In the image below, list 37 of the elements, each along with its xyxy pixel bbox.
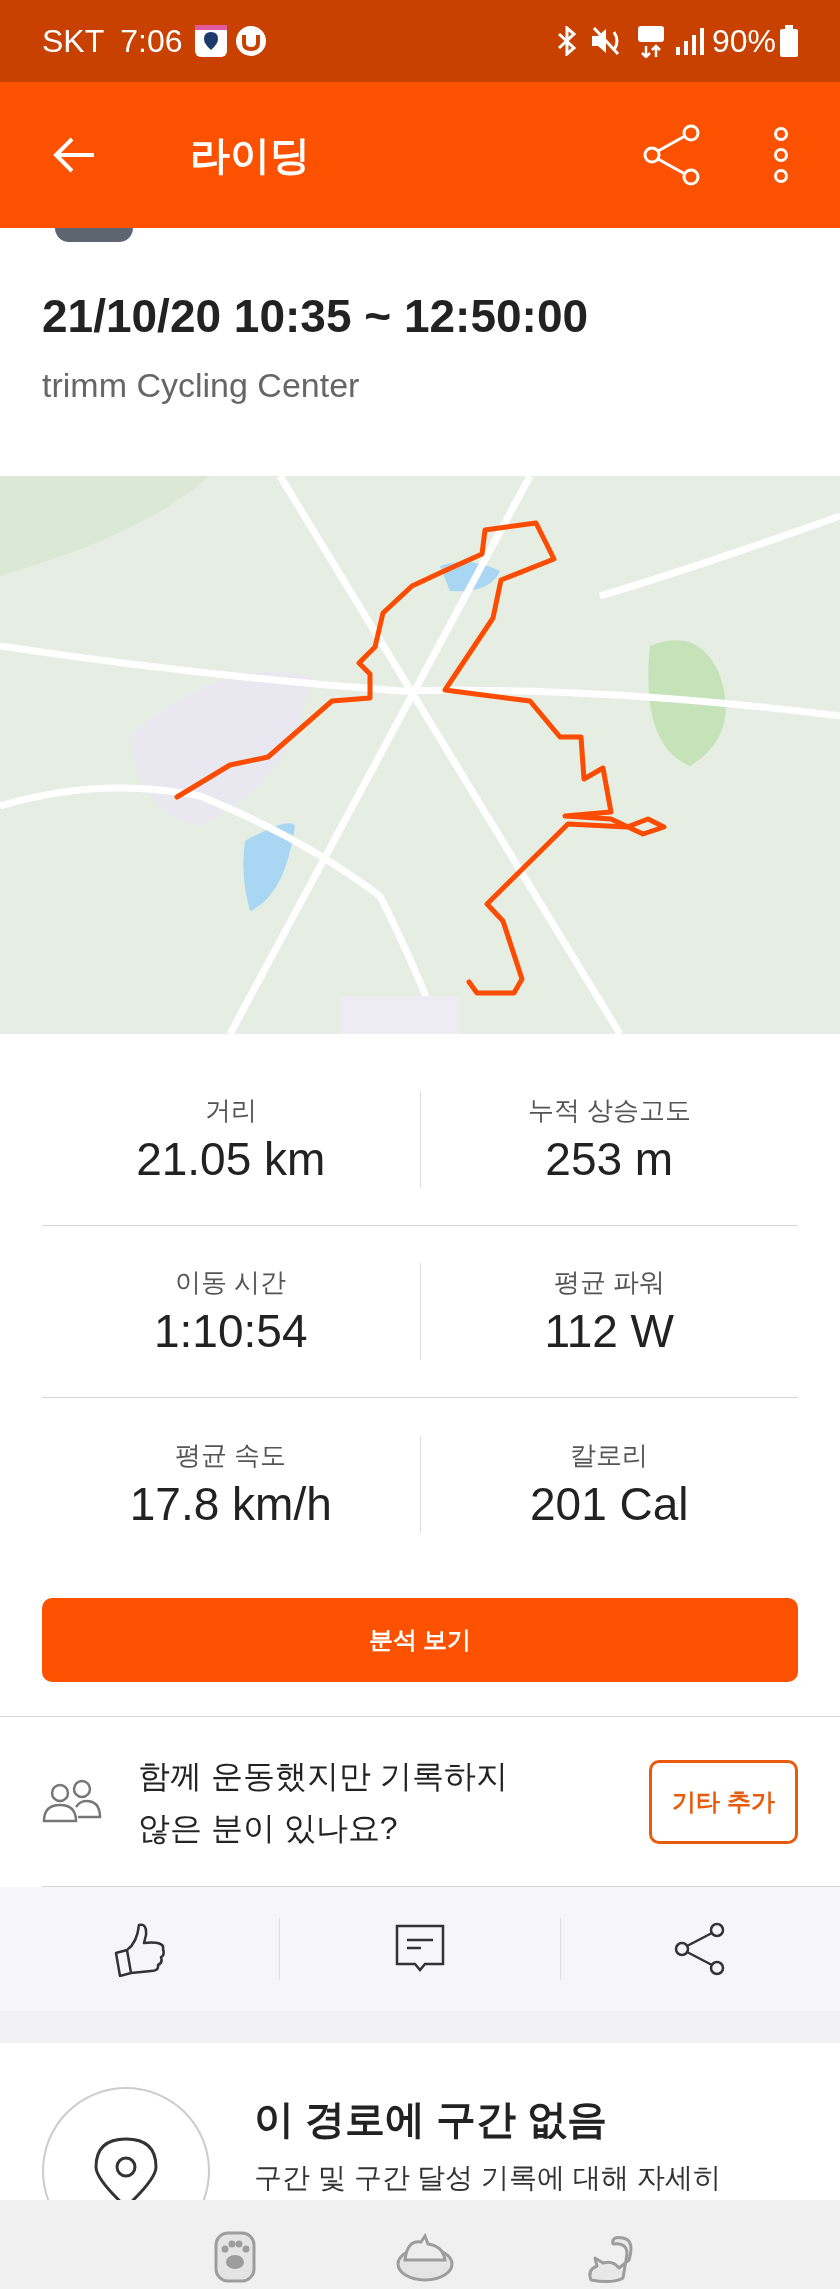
stat-label: 이동 시간: [175, 1266, 287, 1299]
stat-value: 1:10:54: [154, 1304, 308, 1359]
map-pin-app-icon: [194, 25, 227, 57]
battery-icon: [780, 25, 798, 57]
battery-text: 90%: [711, 22, 776, 61]
paw-icon[interactable]: [212, 2230, 257, 2284]
activity-title: 21/10/20 10:35 ~ 12:50:00: [42, 289, 590, 344]
add-others-button[interactable]: 기타 추가: [649, 1759, 798, 1844]
clock-text: 7:06: [120, 22, 183, 61]
comment-icon[interactable]: [395, 1924, 445, 1974]
network-icon: [635, 24, 666, 58]
segments-text: 구간 및 구간 달성 기록에 대해 자세히: [254, 2161, 721, 2195]
stat-label: 평균 파워: [553, 1266, 665, 1299]
stat-label: 거리: [204, 1094, 257, 1127]
cat-bed-icon[interactable]: [395, 2230, 455, 2284]
location-pin-icon: [94, 2137, 158, 2200]
analysis-button[interactable]: 분석 보기: [42, 1598, 798, 1682]
people-icon: [42, 1778, 102, 1825]
stat-label: 칼로리: [570, 1438, 649, 1472]
stat-value: 201 Cal: [529, 1476, 689, 1532]
stat-value: 253 m: [545, 1132, 674, 1187]
stat-label: 평균 속도: [175, 1438, 287, 1472]
carrier-text: SKT: [42, 22, 105, 61]
stat-value: 17.8 km/h: [129, 1476, 332, 1532]
location-text: trimm Cycling Center: [42, 365, 361, 406]
page-title: 라이딩: [190, 132, 310, 179]
torrent-icon: [234, 25, 267, 57]
like-icon[interactable]: [112, 1921, 167, 1977]
stat-value: 21.05 km: [136, 1132, 326, 1187]
back-icon: [52, 135, 96, 175]
stat-value: 112 W: [544, 1304, 674, 1359]
bluetooth-icon: [555, 26, 578, 56]
signal-icon: [673, 27, 704, 55]
segments-title: 이 경로에 구간 없음: [254, 2096, 609, 2143]
partners-text: 함께 운동했지만 기록하지 않은 분이 있나요?: [138, 1756, 509, 1848]
more-icon[interactable]: [772, 127, 790, 183]
stat-label: 누적 상승고도: [527, 1094, 691, 1127]
